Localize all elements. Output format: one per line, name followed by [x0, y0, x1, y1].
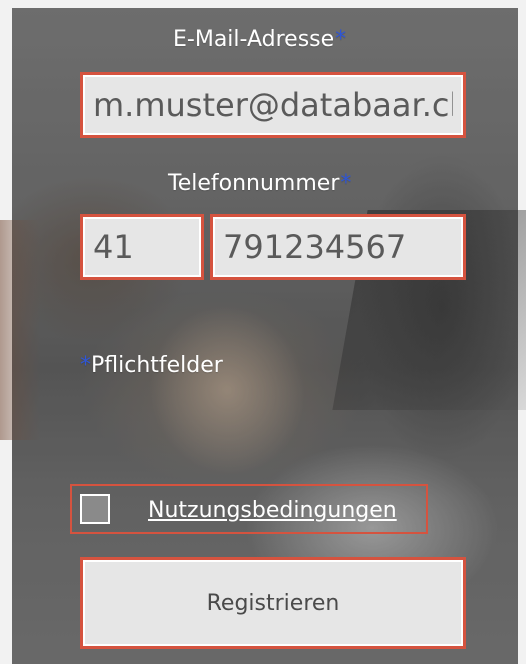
phone-country-code-input[interactable] [83, 217, 201, 277]
required-fields-note: *Pflichtfelder [80, 352, 223, 380]
email-label: E-Mail-Adresse* [173, 26, 346, 54]
email-required-marker: * [335, 27, 347, 52]
required-note-marker: * [80, 353, 91, 378]
email-label-text: E-Mail-Adresse [173, 27, 335, 52]
terms-row: Nutzungsbedingungen [70, 484, 428, 534]
phone-country-code-field[interactable] [80, 214, 204, 280]
terms-link[interactable]: Nutzungsbedingungen [148, 498, 397, 524]
required-note-text: Pflichtfelder [91, 353, 223, 378]
phone-required-marker: * [340, 171, 352, 196]
register-button-label: Registrieren [206, 590, 340, 616]
phone-number-input[interactable] [213, 217, 463, 277]
register-button[interactable]: Registrieren [80, 557, 466, 649]
email-field[interactable] [80, 72, 466, 138]
email-input[interactable] [83, 75, 463, 135]
terms-checkbox[interactable] [80, 494, 110, 524]
phone-label-text: Telefonnummer [168, 171, 340, 196]
registration-screen: E-Mail-Adresse* Telefonnummer* *Pflichtf… [0, 0, 526, 664]
phone-label: Telefonnummer* [168, 170, 351, 198]
phone-number-field[interactable] [210, 214, 466, 280]
